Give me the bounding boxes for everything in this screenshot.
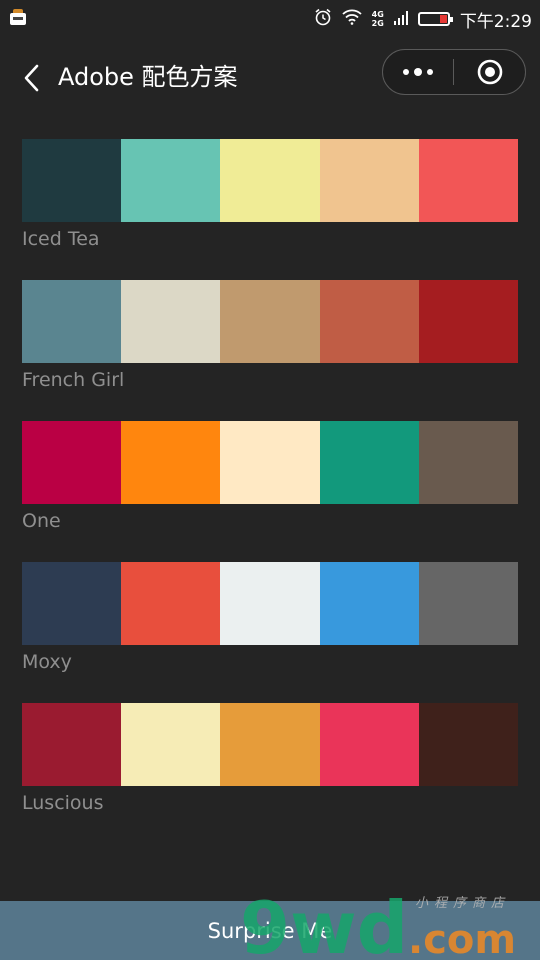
page-title: Adobe 配色方案 <box>58 62 238 91</box>
palette-swatches <box>22 562 519 645</box>
color-swatch[interactable] <box>418 562 519 645</box>
color-swatch[interactable] <box>22 421 122 504</box>
color-swatch[interactable] <box>22 139 122 222</box>
network-bottom-label: 2G <box>371 19 384 28</box>
palette-swatches <box>22 703 519 786</box>
color-swatch[interactable] <box>319 703 419 786</box>
color-swatch[interactable] <box>22 562 122 645</box>
color-swatch[interactable] <box>220 421 320 504</box>
menu-capsule <box>382 49 526 95</box>
color-swatch[interactable] <box>121 280 221 363</box>
network-top-label: 4G <box>371 10 384 19</box>
surprise-me-button[interactable]: Surprise Me <box>0 901 540 960</box>
palette-card[interactable]: French Girl <box>22 280 519 421</box>
color-swatch[interactable] <box>418 703 519 786</box>
color-swatch[interactable] <box>121 421 221 504</box>
wifi-icon <box>342 9 362 29</box>
back-button[interactable] <box>22 64 42 92</box>
network-badge: 4G 2G <box>372 10 384 28</box>
color-swatch[interactable] <box>220 139 320 222</box>
color-swatch[interactable] <box>22 280 122 363</box>
palette-swatches <box>22 421 519 504</box>
color-swatch[interactable] <box>418 139 519 222</box>
color-swatch[interactable] <box>22 703 122 786</box>
signal-icon <box>393 10 408 29</box>
palette-name: French Girl <box>22 369 125 391</box>
status-bar: 4G 2G 下午2:29 <box>0 0 540 38</box>
target-circle-icon <box>477 59 502 85</box>
color-swatch[interactable] <box>220 280 320 363</box>
color-swatch[interactable] <box>121 703 221 786</box>
palette-card[interactable]: One <box>22 421 519 562</box>
color-swatch[interactable] <box>319 421 419 504</box>
palette-card[interactable]: Luscious <box>22 703 519 844</box>
palette-name: One <box>22 510 61 532</box>
status-time: 下午2:29 <box>459 11 532 32</box>
color-swatch[interactable] <box>220 562 320 645</box>
color-swatch[interactable] <box>418 280 519 363</box>
color-swatch[interactable] <box>319 139 419 222</box>
palette-list: Iced Tea French Girl One Moxy Luscious <box>22 139 519 844</box>
app-notification-icon <box>10 9 26 25</box>
palette-name: Luscious <box>22 792 104 814</box>
color-swatch[interactable] <box>220 703 320 786</box>
palette-card[interactable]: Moxy <box>22 562 519 703</box>
close-button[interactable] <box>454 50 525 94</box>
more-button[interactable] <box>383 50 453 94</box>
palette-swatches <box>22 280 519 363</box>
navigation-bar: Adobe 配色方案 <box>0 38 540 110</box>
color-swatch[interactable] <box>121 139 221 222</box>
palette-card[interactable]: Iced Tea <box>22 139 519 280</box>
color-swatch[interactable] <box>319 280 419 363</box>
palette-swatches <box>22 139 519 222</box>
palette-name: Iced Tea <box>22 228 100 250</box>
more-dots-icon <box>403 68 433 76</box>
color-swatch[interactable] <box>121 562 221 645</box>
palette-name: Moxy <box>22 651 72 673</box>
battery-icon <box>417 12 453 26</box>
color-swatch[interactable] <box>319 562 419 645</box>
battery-level <box>439 15 447 23</box>
color-swatch[interactable] <box>418 421 519 504</box>
chevron-left-icon <box>24 64 39 92</box>
alarm-icon <box>314 8 332 30</box>
